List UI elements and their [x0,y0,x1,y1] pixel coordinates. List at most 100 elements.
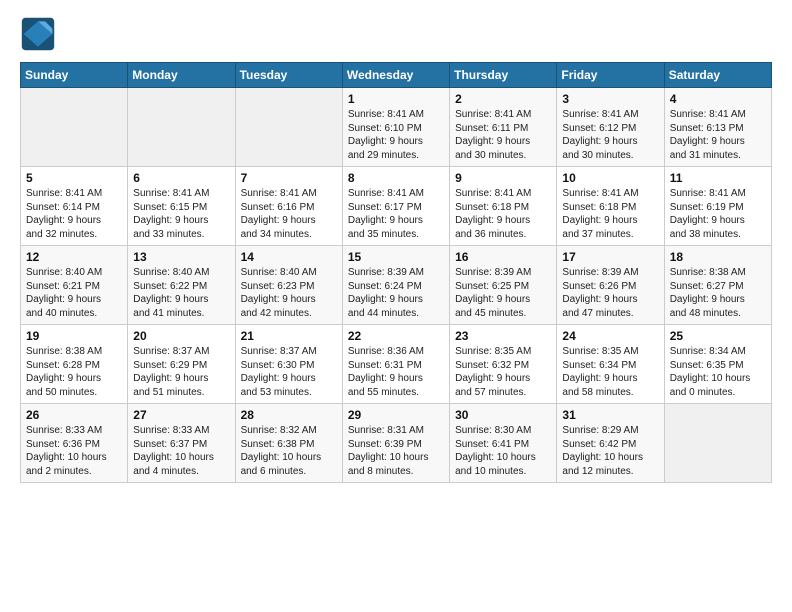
page-container: SundayMondayTuesdayWednesdayThursdayFrid… [0,0,792,493]
day-info: Sunrise: 8:41 AM Sunset: 6:10 PM Dayligh… [348,108,444,162]
day-number: 16 [455,250,551,264]
calendar-cell: 10 Sunrise: 8:41 AM Sunset: 6:18 PM Dayli… [557,167,664,246]
calendar-cell: 29 Sunrise: 8:31 AM Sunset: 6:39 PM Dayli… [342,404,449,483]
calendar-cell: 7 Sunrise: 8:41 AM Sunset: 6:16 PM Daylig… [235,167,342,246]
day-info: Sunrise: 8:38 AM Sunset: 6:28 PM Dayligh… [26,345,122,399]
day-info: Sunrise: 8:38 AM Sunset: 6:27 PM Dayligh… [670,266,766,320]
calendar-cell: 1 Sunrise: 8:41 AM Sunset: 6:10 PM Daylig… [342,88,449,167]
day-info: Sunrise: 8:29 AM Sunset: 6:42 PM Dayligh… [562,424,658,478]
calendar-cell: 28 Sunrise: 8:32 AM Sunset: 6:38 PM Dayli… [235,404,342,483]
day-number: 3 [562,92,658,106]
weekday-header: Friday [557,63,664,88]
calendar-week-row: 1 Sunrise: 8:41 AM Sunset: 6:10 PM Daylig… [21,88,772,167]
calendar-cell: 23 Sunrise: 8:35 AM Sunset: 6:32 PM Dayli… [450,325,557,404]
calendar-cell: 5 Sunrise: 8:41 AM Sunset: 6:14 PM Daylig… [21,167,128,246]
day-number: 24 [562,329,658,343]
day-number: 8 [348,171,444,185]
day-number: 1 [348,92,444,106]
calendar-cell: 4Sunrise: 8:41 AM Sunset: 6:13 PM Daylig… [664,88,771,167]
day-info: Sunrise: 8:39 AM Sunset: 6:25 PM Dayligh… [455,266,551,320]
day-info: Sunrise: 8:39 AM Sunset: 6:24 PM Dayligh… [348,266,444,320]
day-info: Sunrise: 8:33 AM Sunset: 6:36 PM Dayligh… [26,424,122,478]
day-info: Sunrise: 8:41 AM Sunset: 6:18 PM Dayligh… [562,187,658,241]
calendar-week-row: 5 Sunrise: 8:41 AM Sunset: 6:14 PM Daylig… [21,167,772,246]
calendar-cell: 20Sunrise: 8:37 AM Sunset: 6:29 PM Dayli… [128,325,235,404]
day-number: 9 [455,171,551,185]
calendar-body: 1 Sunrise: 8:41 AM Sunset: 6:10 PM Daylig… [21,88,772,483]
day-info: Sunrise: 8:34 AM Sunset: 6:35 PM Dayligh… [670,345,766,399]
day-info: Sunrise: 8:41 AM Sunset: 6:14 PM Dayligh… [26,187,122,241]
logo-icon [20,16,56,52]
calendar-cell: 26 Sunrise: 8:33 AM Sunset: 6:36 PM Dayli… [21,404,128,483]
day-number: 18 [670,250,766,264]
day-number: 31 [562,408,658,422]
day-info: Sunrise: 8:36 AM Sunset: 6:31 PM Dayligh… [348,345,444,399]
calendar-cell [21,88,128,167]
day-info: Sunrise: 8:41 AM Sunset: 6:12 PM Dayligh… [562,108,658,162]
calendar-week-row: 19Sunrise: 8:38 AM Sunset: 6:28 PM Dayli… [21,325,772,404]
day-number: 28 [241,408,337,422]
day-info: Sunrise: 8:41 AM Sunset: 6:11 PM Dayligh… [455,108,551,162]
calendar-cell: 3 Sunrise: 8:41 AM Sunset: 6:12 PM Daylig… [557,88,664,167]
day-info: Sunrise: 8:41 AM Sunset: 6:19 PM Dayligh… [670,187,766,241]
day-info: Sunrise: 8:35 AM Sunset: 6:32 PM Dayligh… [455,345,551,399]
calendar-header: SundayMondayTuesdayWednesdayThursdayFrid… [21,63,772,88]
calendar-cell: 13 Sunrise: 8:40 AM Sunset: 6:22 PM Dayli… [128,246,235,325]
day-number: 6 [133,171,229,185]
calendar-cell [664,404,771,483]
day-number: 25 [670,329,766,343]
day-number: 17 [562,250,658,264]
day-number: 5 [26,171,122,185]
logo [20,16,60,52]
day-number: 21 [241,329,337,343]
day-number: 14 [241,250,337,264]
calendar-week-row: 12 Sunrise: 8:40 AM Sunset: 6:21 PM Dayli… [21,246,772,325]
calendar-cell: 22Sunrise: 8:36 AM Sunset: 6:31 PM Dayli… [342,325,449,404]
calendar-cell: 19Sunrise: 8:38 AM Sunset: 6:28 PM Dayli… [21,325,128,404]
calendar-cell: 2 Sunrise: 8:41 AM Sunset: 6:11 PM Daylig… [450,88,557,167]
page-header [20,16,772,52]
day-info: Sunrise: 8:40 AM Sunset: 6:22 PM Dayligh… [133,266,229,320]
day-info: Sunrise: 8:40 AM Sunset: 6:21 PM Dayligh… [26,266,122,320]
day-number: 12 [26,250,122,264]
calendar-cell: 18 Sunrise: 8:38 AM Sunset: 6:27 PM Dayli… [664,246,771,325]
day-number: 2 [455,92,551,106]
calendar-cell: 24 Sunrise: 8:35 AM Sunset: 6:34 PM Dayli… [557,325,664,404]
day-number: 15 [348,250,444,264]
calendar-cell: 9 Sunrise: 8:41 AM Sunset: 6:18 PM Daylig… [450,167,557,246]
weekday-header: Saturday [664,63,771,88]
weekday-header: Thursday [450,63,557,88]
day-info: Sunrise: 8:35 AM Sunset: 6:34 PM Dayligh… [562,345,658,399]
day-info: Sunrise: 8:41 AM Sunset: 6:16 PM Dayligh… [241,187,337,241]
day-info: Sunrise: 8:30 AM Sunset: 6:41 PM Dayligh… [455,424,551,478]
day-info: Sunrise: 8:31 AM Sunset: 6:39 PM Dayligh… [348,424,444,478]
day-number: 7 [241,171,337,185]
calendar-cell: 12 Sunrise: 8:40 AM Sunset: 6:21 PM Dayli… [21,246,128,325]
calendar-cell [235,88,342,167]
day-number: 23 [455,329,551,343]
weekday-header: Tuesday [235,63,342,88]
day-number: 29 [348,408,444,422]
calendar-cell: 14 Sunrise: 8:40 AM Sunset: 6:23 PM Dayli… [235,246,342,325]
day-number: 30 [455,408,551,422]
calendar-cell: 30 Sunrise: 8:30 AM Sunset: 6:41 PM Dayli… [450,404,557,483]
day-info: Sunrise: 8:39 AM Sunset: 6:26 PM Dayligh… [562,266,658,320]
calendar-cell: 6 Sunrise: 8:41 AM Sunset: 6:15 PM Daylig… [128,167,235,246]
day-info: Sunrise: 8:41 AM Sunset: 6:13 PM Dayligh… [670,108,766,162]
day-info: Sunrise: 8:32 AM Sunset: 6:38 PM Dayligh… [241,424,337,478]
weekday-header: Sunday [21,63,128,88]
day-info: Sunrise: 8:40 AM Sunset: 6:23 PM Dayligh… [241,266,337,320]
calendar-cell: 21Sunrise: 8:37 AM Sunset: 6:30 PM Dayli… [235,325,342,404]
calendar-cell: 8Sunrise: 8:41 AM Sunset: 6:17 PM Daylig… [342,167,449,246]
weekday-header: Monday [128,63,235,88]
day-info: Sunrise: 8:41 AM Sunset: 6:18 PM Dayligh… [455,187,551,241]
calendar-cell: 11 Sunrise: 8:41 AM Sunset: 6:19 PM Dayli… [664,167,771,246]
calendar-cell: 15 Sunrise: 8:39 AM Sunset: 6:24 PM Dayli… [342,246,449,325]
day-number: 27 [133,408,229,422]
day-info: Sunrise: 8:41 AM Sunset: 6:15 PM Dayligh… [133,187,229,241]
day-number: 10 [562,171,658,185]
day-number: 26 [26,408,122,422]
day-info: Sunrise: 8:33 AM Sunset: 6:37 PM Dayligh… [133,424,229,478]
day-number: 11 [670,171,766,185]
day-number: 13 [133,250,229,264]
